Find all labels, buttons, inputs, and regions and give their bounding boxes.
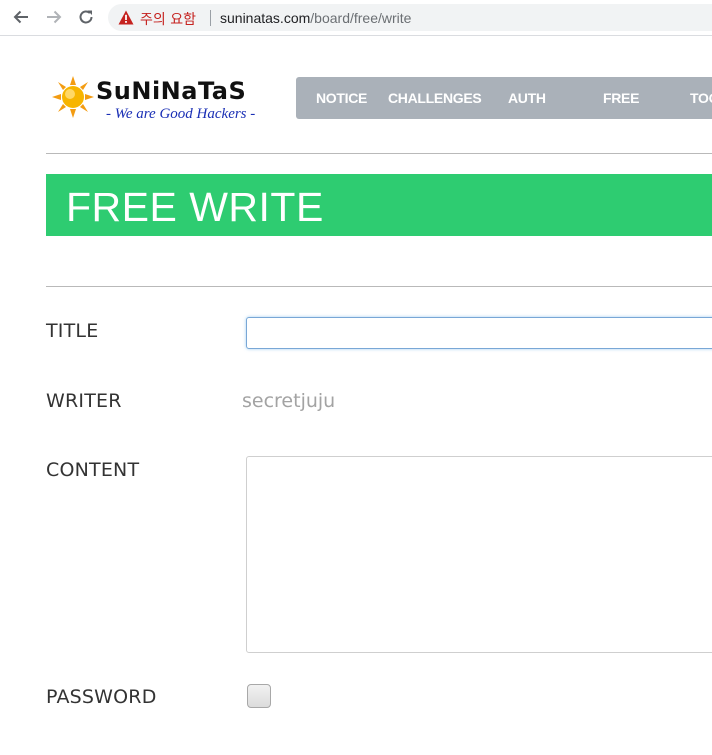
reload-icon [79, 10, 93, 24]
password-field[interactable] [247, 684, 271, 708]
form-divider [46, 286, 712, 287]
back-arrow-icon [13, 10, 28, 24]
nav-notice[interactable]: NOTICE [316, 90, 367, 106]
title-label: TITLE [46, 320, 99, 342]
logo-tagline: - We are Good Hackers - [106, 106, 256, 122]
content-label: CONTENT [46, 459, 140, 481]
nav-challenges[interactable]: CHALLENGES [388, 90, 482, 106]
address-bar[interactable]: 주의 요함 suninatas.com/board/free/write [108, 4, 712, 31]
writer-value: secretjuju [242, 390, 336, 412]
writer-label: WRITER [46, 390, 122, 412]
title-input[interactable] [246, 317, 712, 349]
password-label: PASSWORD [46, 686, 157, 708]
url-host: suninatas.com [220, 10, 311, 26]
site-logo[interactable]: SuNiNaTaS - We are Good Hackers - [52, 76, 256, 126]
content-textarea[interactable] [246, 456, 712, 653]
warning-icon [118, 10, 134, 25]
forward-arrow-icon [47, 10, 62, 24]
page-title: FREE WRITE [66, 184, 324, 230]
omnibox-divider [210, 10, 211, 26]
browser-toolbar: 주의 요함 suninatas.com/board/free/write [0, 0, 712, 36]
reload-button[interactable] [73, 5, 99, 29]
url-text[interactable]: suninatas.com/board/free/write [220, 10, 411, 26]
main-nav: NOTICE CHALLENGES AUTH FREE TOO [296, 77, 712, 119]
nav-auth[interactable]: AUTH [508, 90, 546, 106]
forward-button[interactable] [41, 5, 67, 29]
security-warning-text[interactable]: 주의 요함 [140, 9, 196, 29]
page-banner: FREE WRITE [46, 174, 712, 236]
nav-tools[interactable]: TOO [690, 90, 712, 106]
url-path: /board/free/write [310, 10, 412, 26]
sun-logo-icon [52, 76, 94, 118]
header-divider [46, 153, 712, 154]
logo-name: SuNiNaTaS [96, 77, 247, 105]
back-button[interactable] [8, 5, 34, 29]
nav-free[interactable]: FREE [603, 90, 639, 106]
